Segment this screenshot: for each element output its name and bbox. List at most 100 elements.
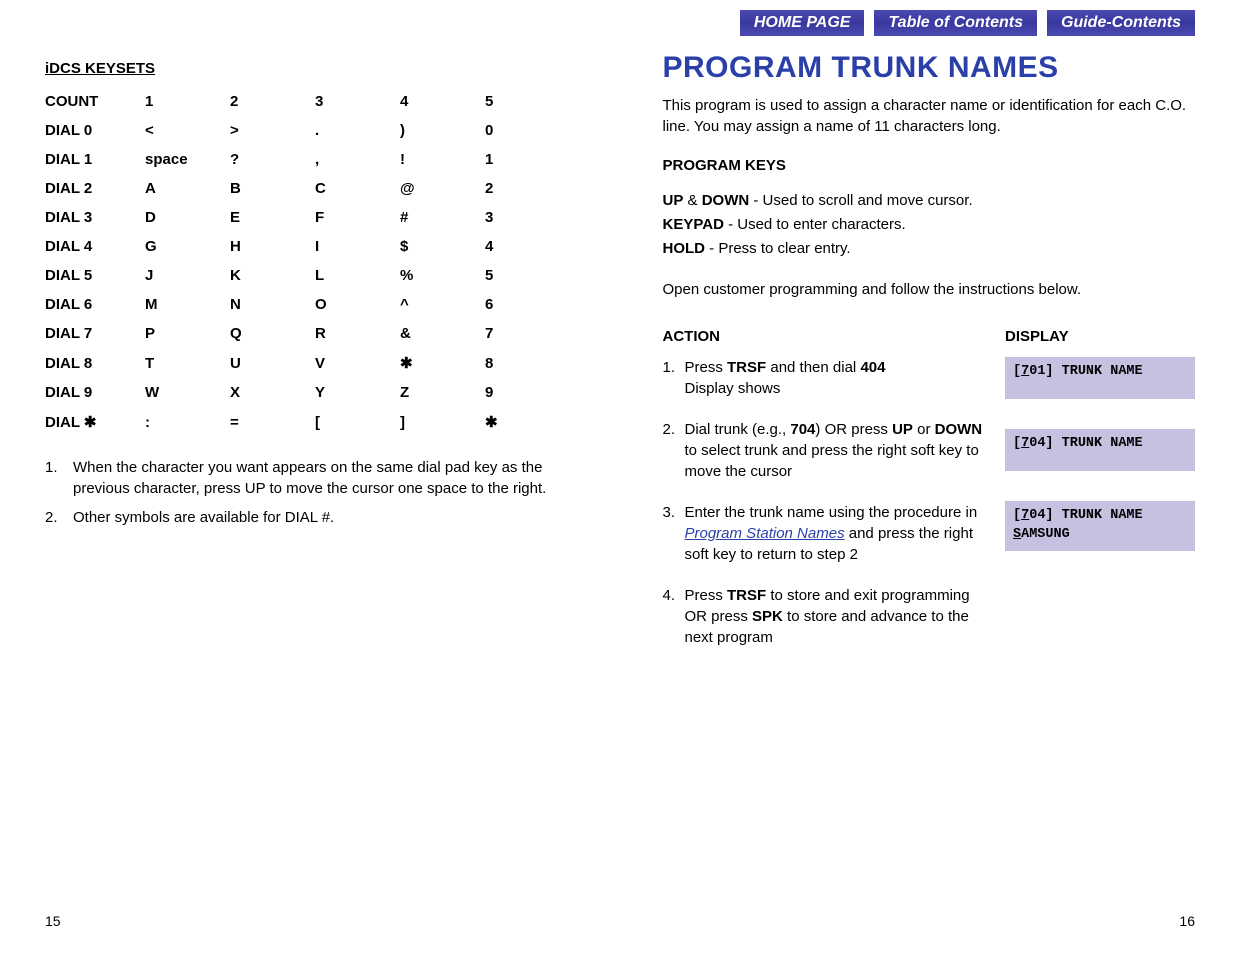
table-cell: # [400, 203, 485, 232]
table-cell: ] [400, 407, 485, 437]
table-cell: > [230, 116, 315, 145]
table-cell: DIAL 0 [45, 116, 145, 145]
display-header: DISPLAY [1005, 328, 1195, 345]
table-cell: 0 [485, 116, 570, 145]
table-cell: ! [400, 145, 485, 174]
table-cell: ✱ [400, 348, 485, 378]
action-step-2: 2. Dial trunk (e.g., 704) OR press UP or… [663, 419, 986, 482]
left-page: iDCS KEYSETS COUNT12345DIAL 0<>.)0DIAL 1… [0, 0, 618, 954]
table-cell: X [230, 378, 315, 407]
program-keys-label: PROGRAM KEYS [663, 157, 1196, 174]
table-cell: < [145, 116, 230, 145]
display-box-3: [704] TRUNK NAMESAMSUNG [1005, 501, 1195, 551]
hold-key: HOLD [663, 240, 706, 257]
table-cell: R [315, 319, 400, 348]
display-box-1: [701] TRUNK NAME [1005, 357, 1195, 399]
table-cell: 7 [485, 319, 570, 348]
table-cell: G [145, 232, 230, 261]
program-station-names-link[interactable]: Program Station Names [685, 525, 845, 542]
table-cell: space [145, 145, 230, 174]
down-key: DOWN [702, 192, 750, 209]
action-step-3: 3. Enter the trunk name using the proced… [663, 502, 986, 565]
table-cell: I [315, 232, 400, 261]
table-cell: , [315, 145, 400, 174]
open-text: Open customer programming and follow the… [663, 281, 1196, 298]
table-cell: & [400, 319, 485, 348]
table-cell: DIAL 7 [45, 319, 145, 348]
table-cell: P [145, 319, 230, 348]
table-cell: 3 [485, 203, 570, 232]
note-item: 1.When the character you want appears on… [45, 457, 578, 499]
table-cell: . [315, 116, 400, 145]
table-cell: $ [400, 232, 485, 261]
table-cell: DIAL 5 [45, 261, 145, 290]
table-cell: DIAL 8 [45, 348, 145, 378]
table-cell: DIAL 4 [45, 232, 145, 261]
table-cell: N [230, 290, 315, 319]
char-table: COUNT12345DIAL 0<>.)0DIAL 1space?,!1DIAL… [45, 87, 570, 437]
display-box-2: [704] TRUNK NAME [1005, 429, 1195, 471]
table-cell: Z [400, 378, 485, 407]
intro-text: This program is used to assign a charact… [663, 95, 1196, 137]
table-header-cell: 2 [230, 87, 315, 116]
table-header-cell: 3 [315, 87, 400, 116]
keysets-title: iDCS KEYSETS [45, 60, 578, 77]
table-cell: U [230, 348, 315, 378]
table-cell: M [145, 290, 230, 319]
table-cell: ? [230, 145, 315, 174]
table-header-cell: 5 [485, 87, 570, 116]
table-cell: DIAL 1 [45, 145, 145, 174]
table-cell: D [145, 203, 230, 232]
table-cell: 1 [485, 145, 570, 174]
table-cell: H [230, 232, 315, 261]
guide-contents-button[interactable]: Guide-Contents [1047, 10, 1195, 36]
display-column: DISPLAY [701] TRUNK NAME [704] TRUNK NAM… [1005, 328, 1195, 668]
action-step-4: 4. Press TRSF to store and exit programm… [663, 585, 986, 648]
table-cell: W [145, 378, 230, 407]
notes-list: 1.When the character you want appears on… [45, 457, 578, 528]
table-of-contents-button[interactable]: Table of Contents [874, 10, 1037, 36]
table-cell: @ [400, 174, 485, 203]
table-cell: DIAL ✱ [45, 407, 145, 437]
page-number-left: 15 [45, 913, 61, 929]
table-cell: Y [315, 378, 400, 407]
table-cell: B [230, 174, 315, 203]
page-number-right: 16 [1179, 913, 1195, 929]
table-cell: L [315, 261, 400, 290]
action-column: ACTION 1. Press TRSF and then dial 404 D… [663, 328, 986, 668]
table-cell: A [145, 174, 230, 203]
main-heading: PROGRAM TRUNK NAMES [663, 51, 1196, 85]
table-header-cell: COUNT [45, 87, 145, 116]
table-cell: O [315, 290, 400, 319]
right-page: HOME PAGE Table of Contents Guide-Conten… [618, 0, 1235, 954]
table-header-cell: 1 [145, 87, 230, 116]
table-cell: 9 [485, 378, 570, 407]
table-cell: [ [315, 407, 400, 437]
table-cell: ) [400, 116, 485, 145]
table-cell: ^ [400, 290, 485, 319]
table-cell: 8 [485, 348, 570, 378]
up-key: UP [663, 192, 684, 209]
table-cell: 4 [485, 232, 570, 261]
table-cell: F [315, 203, 400, 232]
table-cell: : [145, 407, 230, 437]
note-item: 2.Other symbols are available for DIAL #… [45, 507, 578, 528]
table-cell: T [145, 348, 230, 378]
table-cell: Q [230, 319, 315, 348]
keypad-key: KEYPAD [663, 216, 724, 233]
table-cell: J [145, 261, 230, 290]
table-cell: 5 [485, 261, 570, 290]
table-cell: C [315, 174, 400, 203]
action-step-1: 1. Press TRSF and then dial 404 Display … [663, 357, 986, 399]
table-cell: 2 [485, 174, 570, 203]
table-cell: % [400, 261, 485, 290]
table-cell: DIAL 2 [45, 174, 145, 203]
table-cell: E [230, 203, 315, 232]
table-cell: DIAL 6 [45, 290, 145, 319]
action-header: ACTION [663, 328, 986, 345]
table-cell: DIAL 9 [45, 378, 145, 407]
table-cell: = [230, 407, 315, 437]
home-page-button[interactable]: HOME PAGE [740, 10, 865, 36]
table-header-cell: 4 [400, 87, 485, 116]
table-cell: ✱ [485, 407, 570, 437]
